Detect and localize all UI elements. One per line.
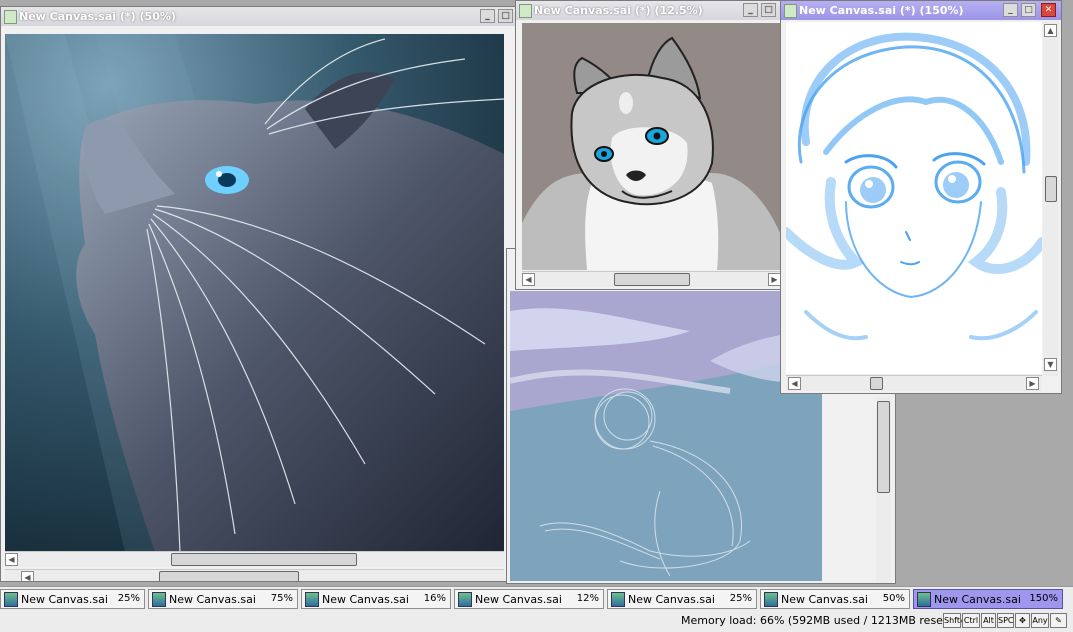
canvas-tab-zoom: 12%	[576, 593, 599, 604]
canvas-tab[interactable]: New Canvas.sai 12%	[454, 589, 604, 609]
scroll-down-arrow[interactable]: ▼	[1044, 358, 1057, 371]
canvas-tab[interactable]: New Canvas.sai 25%	[607, 589, 757, 609]
maximize-button[interactable]: □	[761, 3, 776, 17]
canvas-tab-name: New Canvas.sai	[169, 593, 256, 606]
canvas-window-cat-profile[interactable]: New Canvas.sai (*) (50%) _ □ ◀ ◀	[0, 6, 517, 582]
minimize-button[interactable]: _	[743, 3, 758, 17]
horizontal-scrollbar[interactable]: ◀	[5, 551, 504, 567]
horizontal-scroll-thumb[interactable]	[171, 553, 357, 566]
canvas-area[interactable]	[522, 23, 780, 270]
canvas-tab-name: New Canvas.sai	[21, 593, 108, 606]
scroll-right-arrow[interactable]: ▶	[1026, 377, 1039, 390]
canvas-window-cat-portrait[interactable]: New Canvas.sai (*) (12.5%) _ □ ◀ ▶	[515, 0, 783, 290]
horizontal-scroll-thumb[interactable]	[159, 571, 299, 581]
status-bar: Memory load: 66% (592MB used / 1213MB re…	[0, 610, 1073, 632]
minimize-button[interactable]: _	[1003, 3, 1018, 17]
vertical-scrollbar[interactable]: ▲ ▼	[1043, 22, 1058, 376]
minimize-button[interactable]: _	[480, 9, 495, 23]
scroll-left-arrow[interactable]: ◀	[21, 571, 34, 581]
canvas-tab-zoom: 75%	[270, 593, 293, 604]
canvas-tab[interactable]: New Canvas.sai 16%	[301, 589, 451, 609]
canvas-tab-name: New Canvas.sai	[781, 593, 868, 606]
canvas-tab-zoom: 16%	[423, 593, 446, 604]
canvas-tab-name: New Canvas.sai	[934, 593, 1021, 606]
canvas-icon	[4, 592, 18, 607]
alt-key-indicator: Alt	[981, 613, 996, 628]
app-icon	[784, 4, 797, 18]
canvas-area[interactable]	[786, 22, 1042, 374]
anime-sketch-artwork	[786, 22, 1042, 374]
window-title: New Canvas.sai (*) (12.5%)	[534, 4, 703, 17]
horizontal-scroll-thumb[interactable]	[614, 273, 690, 286]
window-titlebar[interactable]: New Canvas.sai (*) (150%) _ □ ✕	[781, 1, 1061, 20]
canvas-tab-name: New Canvas.sai	[475, 593, 562, 606]
window-titlebar[interactable]: New Canvas.sai (*) (50%) _ □	[1, 7, 516, 26]
sky-sketch-artwork	[510, 291, 822, 581]
move-tool-icon: ✥	[1015, 613, 1030, 628]
canvas-tab-zoom: 50%	[882, 593, 905, 604]
scroll-left-arrow[interactable]: ◀	[5, 553, 18, 566]
close-button[interactable]: ✕	[1041, 3, 1056, 17]
window-title: New Canvas.sai (*) (150%)	[799, 4, 964, 17]
vertical-scroll-thumb[interactable]	[1045, 176, 1057, 202]
space-key-indicator: SPC	[997, 613, 1014, 628]
scroll-left-arrow[interactable]: ◀	[788, 377, 801, 390]
any-key-indicator: Any	[1031, 613, 1049, 628]
vertical-scrollbar[interactable]	[876, 397, 891, 583]
horizontal-scrollbar[interactable]: ◀ ▶	[522, 271, 781, 287]
vertical-scroll-thumb[interactable]	[877, 401, 890, 493]
canvas-tab-active[interactable]: New Canvas.sai 150%	[913, 589, 1063, 609]
canvas-tab-zoom: 25%	[729, 593, 752, 604]
app-icon	[519, 4, 532, 18]
app-icon	[4, 10, 17, 24]
pen-tool-icon: ✎	[1050, 613, 1067, 628]
memory-load-text: Memory load: 66% (592MB used / 1213MB re…	[681, 614, 973, 627]
secondary-horizontal-scrollbar[interactable]: ◀	[5, 569, 504, 581]
canvas-window-anime-sketch[interactable]: New Canvas.sai (*) (150%) _ □ ✕ ▲ ▼ ◀ ▶	[780, 0, 1062, 394]
canvas-icon	[764, 592, 778, 607]
canvas-icon	[152, 592, 166, 607]
window-titlebar[interactable]: New Canvas.sai (*) (12.5%) _ □	[516, 1, 782, 20]
canvas-icon	[458, 592, 472, 607]
horizontal-scroll-thumb[interactable]	[870, 377, 883, 390]
maximize-button[interactable]: □	[498, 9, 513, 23]
shift-key-indicator: Shft	[943, 613, 961, 628]
cat-portrait-artwork	[522, 23, 780, 270]
maximize-button[interactable]: □	[1021, 3, 1036, 17]
canvas-icon	[305, 592, 319, 607]
canvas-tab-name: New Canvas.sai	[628, 593, 715, 606]
scroll-up-arrow[interactable]: ▲	[1044, 24, 1057, 37]
canvas-tab-zoom: 25%	[117, 593, 140, 604]
canvas-tab[interactable]: New Canvas.sai 75%	[148, 589, 298, 609]
canvas-tab-name: New Canvas.sai	[322, 593, 409, 606]
canvas-tab-zoom: 150%	[1029, 593, 1058, 604]
canvas-area[interactable]	[510, 291, 822, 581]
horizontal-scrollbar[interactable]: ◀ ▶	[786, 375, 1042, 391]
canvas-area[interactable]	[5, 34, 504, 552]
canvas-taskbar: New Canvas.sai 25% New Canvas.sai 75% Ne…	[0, 586, 1073, 611]
canvas-icon	[611, 592, 625, 607]
window-title: New Canvas.sai (*) (50%)	[19, 10, 176, 23]
canvas-tab[interactable]: New Canvas.sai 50%	[760, 589, 910, 609]
canvas-tab[interactable]: New Canvas.sai 25%	[0, 589, 145, 609]
canvas-icon	[917, 592, 931, 607]
scroll-left-arrow[interactable]: ◀	[522, 273, 535, 286]
cat-profile-artwork	[5, 34, 504, 552]
ctrl-key-indicator: Ctrl	[962, 613, 980, 628]
